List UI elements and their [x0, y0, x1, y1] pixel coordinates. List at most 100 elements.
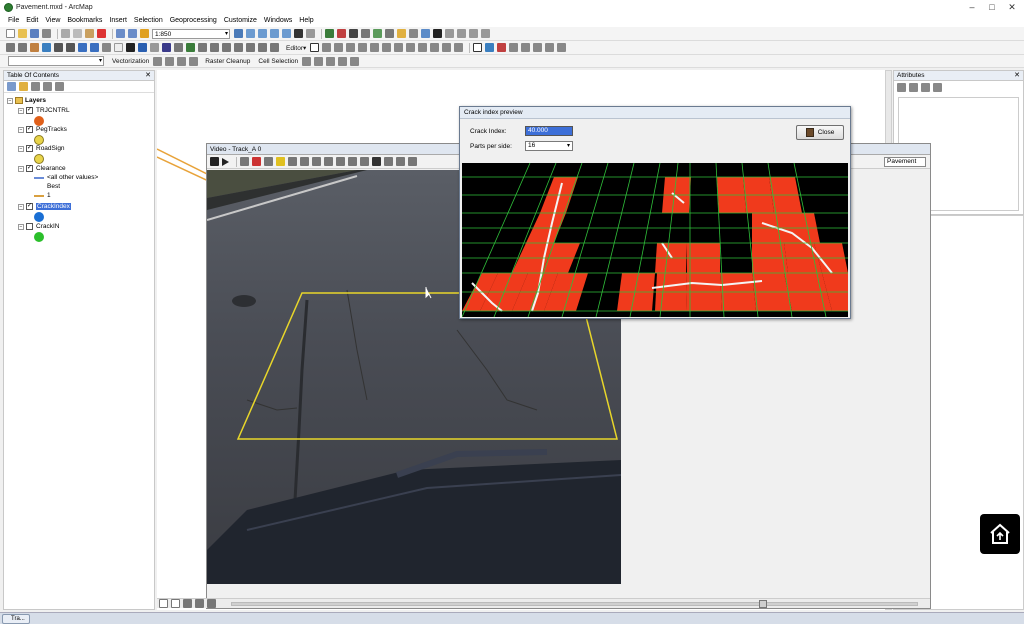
vectorize-icon[interactable] [153, 56, 163, 66]
swipe-icon[interactable] [210, 43, 219, 52]
new-icon[interactable] [6, 29, 15, 38]
straight-segment-icon[interactable] [334, 43, 344, 52]
zoom-in-icon[interactable] [6, 43, 15, 52]
vector-settings-icon[interactable] [189, 56, 199, 66]
video-track-icon[interactable] [521, 43, 531, 52]
maximize-button[interactable]: □ [982, 0, 1002, 14]
video-timeline-slider[interactable] [231, 599, 918, 608]
attributes-icon[interactable] [430, 43, 440, 52]
toc-layer-0[interactable]: − ✓ TRJCNTRL [18, 107, 70, 114]
map-scale-combo[interactable]: 1:850 [152, 28, 230, 39]
minimize-button[interactable]: – [962, 0, 982, 14]
delete-icon[interactable] [97, 29, 106, 38]
toc-icon[interactable] [246, 29, 255, 38]
full-extent-icon[interactable] [42, 43, 51, 52]
toc-layers-root[interactable]: − Layers [7, 97, 46, 104]
redo-icon[interactable] [128, 29, 137, 38]
layer-visibility-checkbox[interactable]: ✓ [26, 145, 33, 152]
video-export-icon[interactable] [545, 43, 555, 52]
cell-fill-icon[interactable] [326, 56, 336, 66]
report-icon[interactable] [246, 43, 255, 52]
reshape-icon[interactable] [382, 43, 392, 52]
video-layer-dropdown[interactable]: Pavement [884, 157, 926, 167]
video-options-icon[interactable] [396, 157, 405, 166]
list-by-source-icon[interactable] [19, 82, 28, 91]
edit-tool-icon[interactable] [310, 43, 320, 52]
timeline-thumb[interactable] [759, 599, 768, 608]
hyperlink-tool-icon[interactable] [186, 43, 195, 52]
fixed-zoom-out-icon[interactable] [66, 43, 75, 52]
identify-tool-icon[interactable] [349, 29, 358, 38]
video-zoom-icon[interactable] [240, 157, 249, 166]
measure-icon[interactable] [409, 29, 418, 38]
open-icon[interactable] [18, 29, 27, 38]
menu-windows[interactable]: Windows [264, 17, 292, 24]
find-icon[interactable] [150, 43, 159, 52]
parts-per-side-select[interactable]: 16 ▾ [525, 141, 573, 151]
catalog-icon[interactable] [258, 29, 267, 38]
menu-customize[interactable]: Customize [224, 17, 257, 24]
select-elements-icon[interactable] [126, 43, 135, 52]
video-light-icon[interactable] [276, 157, 285, 166]
split-icon[interactable] [406, 43, 416, 52]
collapse-icon[interactable]: − [18, 223, 24, 230]
trace-icon[interactable] [346, 43, 356, 52]
editor-toolbar-icon[interactable] [234, 29, 243, 38]
cell-brush-icon[interactable] [338, 56, 348, 66]
pan-icon[interactable] [30, 43, 39, 52]
menu-view[interactable]: View [45, 17, 60, 24]
copy-icon[interactable] [73, 29, 82, 38]
cut-polygons-icon[interactable] [394, 43, 404, 52]
toc-layer-5[interactable]: − CrackIN [18, 223, 59, 230]
layer-visibility-checkbox[interactable]: ✓ [26, 203, 33, 210]
timeline-button-5[interactable] [207, 599, 216, 608]
list-by-drawing-order-icon[interactable] [7, 82, 16, 91]
timeline-button-4[interactable] [195, 599, 204, 608]
list-by-visibility-icon[interactable] [31, 82, 40, 91]
attr-filter-icon[interactable] [921, 82, 930, 92]
add-data-icon[interactable] [140, 29, 149, 38]
menu-edit[interactable]: Edit [26, 17, 38, 24]
go-to-xy-icon[interactable] [162, 43, 171, 52]
toc-close-icon[interactable]: ✕ [145, 71, 151, 81]
html-popup-icon[interactable] [397, 29, 406, 38]
collapse-icon[interactable]: − [18, 165, 24, 172]
select-features-icon[interactable] [102, 43, 111, 52]
point-icon[interactable] [358, 43, 368, 52]
stop-icon[interactable] [210, 157, 219, 166]
tool-d-icon[interactable] [481, 29, 490, 38]
collapse-icon[interactable]: − [18, 107, 24, 114]
toc-options-icon[interactable] [55, 82, 64, 91]
layer-visibility-checkbox[interactable]: ✓ [26, 107, 33, 114]
timeline-button-3[interactable] [183, 599, 192, 608]
tool-b-icon[interactable] [457, 29, 466, 38]
crack-index-icon[interactable] [372, 157, 381, 166]
arctoolbox-icon[interactable] [282, 29, 291, 38]
video-settings-icon[interactable] [288, 157, 297, 166]
collapse-icon[interactable]: − [18, 203, 24, 210]
layer-visibility-checkbox[interactable]: ✓ [26, 165, 33, 172]
collapse-icon[interactable]: − [18, 126, 24, 133]
effects-icon[interactable] [222, 43, 231, 52]
video-export-icon[interactable] [348, 157, 357, 166]
layer-tool-icon[interactable] [325, 29, 334, 38]
video-link-icon[interactable] [360, 157, 369, 166]
menu-insert[interactable]: Insert [109, 17, 127, 24]
timeline-button-2[interactable] [171, 599, 180, 608]
data-frame-icon[interactable] [270, 43, 279, 52]
attr-options-icon[interactable] [933, 82, 942, 92]
clear-selection-icon[interactable] [114, 43, 123, 52]
paste-icon[interactable] [85, 29, 94, 38]
video-marker-icon[interactable] [497, 43, 507, 52]
menu-file[interactable]: File [8, 17, 19, 24]
attributes-close-icon[interactable]: ✕ [1014, 71, 1020, 81]
sketch-properties-icon[interactable] [442, 43, 452, 52]
zoom-out-icon[interactable] [18, 43, 27, 52]
vectorization-menu[interactable]: Vectorization [112, 58, 149, 65]
editor-menu[interactable]: Editor▾ [286, 44, 306, 52]
cell-select-icon[interactable] [302, 56, 312, 66]
cell-options-icon[interactable] [350, 56, 360, 66]
forward-extent-icon[interactable] [90, 43, 99, 52]
home-overlay-button[interactable] [980, 514, 1020, 554]
video-grid-icon[interactable] [324, 157, 333, 166]
